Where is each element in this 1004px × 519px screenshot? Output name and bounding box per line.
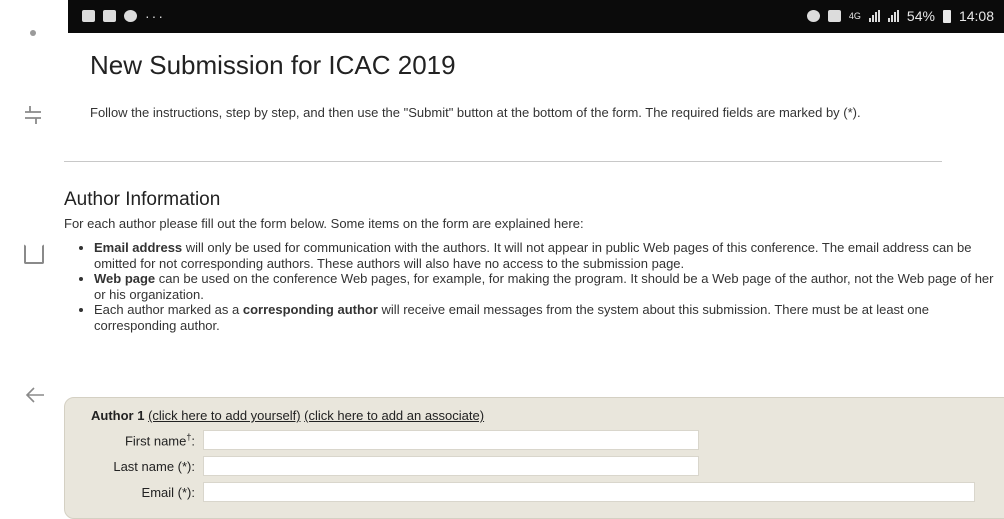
recent-apps-icon[interactable]	[22, 104, 44, 131]
author-info-bullets: Email address will only be used for comm…	[64, 240, 1004, 333]
email-row: Email (*):	[65, 482, 975, 502]
list-item: Email address will only be used for comm…	[94, 240, 1004, 271]
network-type: 4G	[848, 11, 861, 21]
home-icon[interactable]	[24, 244, 44, 264]
author-title: Author 1	[91, 408, 145, 423]
last-name-input[interactable]	[203, 456, 699, 476]
battery-icon	[942, 9, 951, 23]
add-yourself-link[interactable]: (click here to add yourself)	[148, 408, 300, 423]
first-name-input[interactable]	[203, 430, 699, 450]
author-information-heading: Author Information	[64, 189, 221, 210]
bullet-prefix: Each author marked as a	[94, 302, 243, 317]
status-bar: ··· 4G 54% 14:08	[68, 0, 1004, 33]
first-name-mark: †	[186, 431, 192, 442]
bullet-bold: corresponding author	[242, 302, 378, 317]
instructions-text: Follow the instructions, step by step, a…	[90, 105, 861, 120]
alarm-icon	[806, 10, 820, 22]
bullet-text: can be used on the conference Web pages,…	[94, 271, 994, 302]
author-1-form: Author 1 (click here to add yourself) (c…	[64, 397, 1004, 519]
email-input[interactable]	[203, 482, 975, 502]
signal-strength-icon	[868, 10, 880, 22]
list-item: Each author marked as a corresponding au…	[94, 302, 1004, 333]
last-name-row: Last name (*):	[65, 456, 699, 476]
author-information-intro: For each author please fill out the form…	[64, 216, 584, 231]
android-nav-bar	[0, 0, 68, 489]
bullet-text: will only be used for communication with…	[94, 240, 972, 271]
author-header: Author 1 (click here to add yourself) (c…	[91, 408, 484, 423]
battery-percentage: 54%	[906, 8, 935, 24]
last-name-label: Last name (*):	[113, 458, 195, 474]
more-notifications-icon: ···	[145, 8, 165, 24]
divider	[64, 161, 942, 162]
facebook-notification-icon	[103, 10, 116, 22]
first-name-row: First name†:	[65, 430, 699, 450]
nav-dot-icon[interactable]	[30, 30, 36, 36]
bullet-bold: Email address	[94, 240, 183, 255]
first-name-label: First name†:	[124, 431, 195, 449]
email-label: Email (*):	[141, 484, 195, 500]
first-name-label-text: First name	[124, 433, 187, 449]
page-title: New Submission for ICAC 2019	[90, 50, 456, 80]
clock: 14:08	[958, 8, 994, 24]
messenger-notification-icon	[124, 10, 137, 22]
signal-strength-icon-2	[887, 10, 899, 22]
bullet-bold: Web page	[94, 271, 156, 286]
add-associate-link[interactable]: (click here to add an associate)	[304, 408, 484, 423]
back-arrow-icon[interactable]	[24, 384, 46, 412]
nfc-icon	[827, 10, 841, 22]
list-item: Web page can be used on the conference W…	[94, 271, 1004, 302]
gallery-notification-icon	[82, 10, 95, 22]
